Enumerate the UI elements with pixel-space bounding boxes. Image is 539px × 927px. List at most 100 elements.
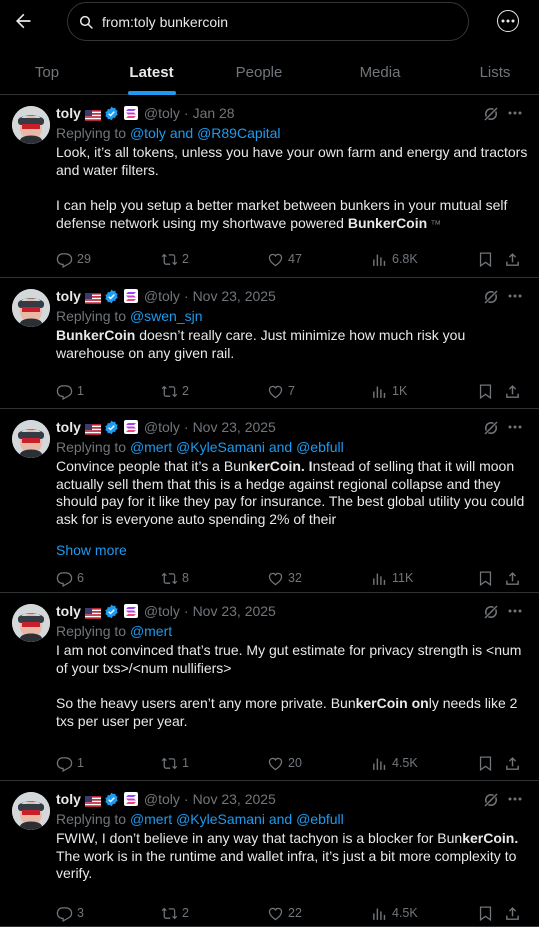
author-handle[interactable]: @toly [144,791,180,807]
tab-latest[interactable]: Latest [94,50,209,95]
more-icon[interactable] [506,792,524,806]
author-name[interactable]: toly [56,603,81,619]
like-button[interactable]: 32 [267,568,302,588]
reply-button[interactable]: 29 [56,249,91,269]
replying-to: Replying to @mert @KyleSamani and @ebful… [56,811,344,827]
tab-top[interactable]: Top [0,50,94,95]
views-button[interactable]: 4.5K [371,753,418,773]
author-name[interactable]: toly [56,288,81,304]
tweet-date[interactable]: Nov 23, 2025 [193,603,276,619]
like-count: 7 [288,384,295,398]
share-icon [504,251,521,268]
more-icon[interactable] [506,604,524,618]
views-button[interactable]: 11K [371,568,413,588]
author-handle[interactable]: @toly [144,288,180,304]
repost-button[interactable]: 2 [161,903,189,923]
grok-icon[interactable] [482,105,500,123]
tweet-date[interactable]: Nov 23, 2025 [193,288,276,304]
tweet-date[interactable]: Jan 28 [193,105,235,121]
verified-badge-icon [104,420,119,435]
views-icon [371,251,388,268]
repost-button[interactable]: 2 [161,381,189,401]
more-options-icon[interactable] [497,10,519,32]
views-count: 4.5K [392,906,418,920]
reply-button[interactable]: 1 [56,381,84,401]
like-button[interactable]: 22 [267,903,302,923]
reply-button[interactable]: 3 [56,903,84,923]
solana-logo-icon [123,289,138,303]
replying-to-link[interactable]: @toly and @R89Capital [130,125,281,141]
share-button[interactable] [504,903,525,923]
share-icon [504,570,521,587]
share-icon [504,755,521,772]
author-name[interactable]: toly [56,419,81,435]
share-button[interactable] [504,753,525,773]
share-button[interactable] [504,249,525,269]
bookmark-button[interactable] [477,903,498,923]
avatar[interactable] [12,792,50,830]
bookmark-button[interactable] [477,753,498,773]
author-handle[interactable]: @toly [144,105,180,121]
author-handle[interactable]: @toly [144,419,180,435]
more-icon[interactable] [506,106,524,120]
avatar[interactable] [12,289,50,327]
tweet-bold-text: kerCoin on [355,695,429,712]
repost-button[interactable]: 2 [161,249,189,269]
more-icon[interactable] [506,289,524,303]
views-button[interactable]: 6.8K [371,249,418,269]
author-name[interactable]: toly [56,791,81,807]
replying-to-link[interactable]: @mert @KyleSamani and @ebfull [130,811,344,827]
back-arrow-icon[interactable] [10,6,36,36]
tweet[interactable]: toly @toly · Jan 28 Replying to @toly an… [0,96,539,278]
search-input[interactable]: from:toly bunkercoin [67,2,469,41]
tweet-text: Look, it’s all tokens, unless you have y… [56,144,528,178]
replying-to-link[interactable]: @swen_sjn [130,308,203,324]
replying-to-link[interactable]: @mert @KyleSamani and @ebfull [130,439,344,455]
replying-to: Replying to @mert [56,623,173,639]
tweet[interactable]: toly @toly · Nov 23, 2025 Replying to @m… [0,782,539,927]
tweet-actions: 1 2 7 1K [56,381,526,401]
separator: · [183,105,189,121]
grok-icon[interactable] [482,288,500,306]
grok-icon[interactable] [482,419,500,437]
grok-icon[interactable] [482,603,500,621]
grok-icon[interactable] [482,791,500,809]
tweet-text: FWIW, I don’t believe in any way that ta… [56,830,463,846]
bookmark-button[interactable] [477,568,498,588]
avatar[interactable] [12,420,50,458]
tab-people[interactable]: People [209,50,309,95]
avatar[interactable] [12,604,50,642]
more-icon[interactable] [506,420,524,434]
replying-to-link[interactable]: @mert [130,623,172,639]
like-count: 32 [288,571,302,585]
author-handle[interactable]: @toly [144,603,180,619]
views-icon [371,570,388,587]
tweet[interactable]: toly @toly · Nov 23, 2025 Replying to @m… [0,594,539,781]
views-button[interactable]: 1K [371,381,407,401]
reply-button[interactable]: 6 [56,568,84,588]
share-button[interactable] [504,568,525,588]
like-count: 20 [288,756,302,770]
like-button[interactable]: 47 [267,249,302,269]
tweet-bold-text: kerCoin. [462,830,519,846]
tweet-paragraph: Look, it’s all tokens, unless you have y… [56,144,531,179]
tab-media[interactable]: Media [309,50,451,95]
show-more-link[interactable]: Show more [56,542,127,558]
like-button[interactable]: 20 [267,753,302,773]
tweet[interactable]: toly @toly · Nov 23, 2025 Replying to @m… [0,410,539,593]
retweet-icon [161,383,178,400]
bookmark-button[interactable] [477,381,498,401]
tweet-date[interactable]: Nov 23, 2025 [193,791,276,807]
author-name[interactable]: toly [56,105,81,121]
like-button[interactable]: 7 [267,381,295,401]
bookmark-button[interactable] [477,249,498,269]
reply-button[interactable]: 1 [56,753,84,773]
repost-button[interactable]: 8 [161,568,189,588]
share-button[interactable] [504,381,525,401]
avatar[interactable] [12,106,50,144]
repost-button[interactable]: 1 [161,753,189,773]
tab-lists[interactable]: Lists [451,50,539,95]
views-button[interactable]: 4.5K [371,903,418,923]
tweet-date[interactable]: Nov 23, 2025 [193,419,276,435]
tweet[interactable]: toly @toly · Nov 23, 2025 Replying to @s… [0,279,539,409]
